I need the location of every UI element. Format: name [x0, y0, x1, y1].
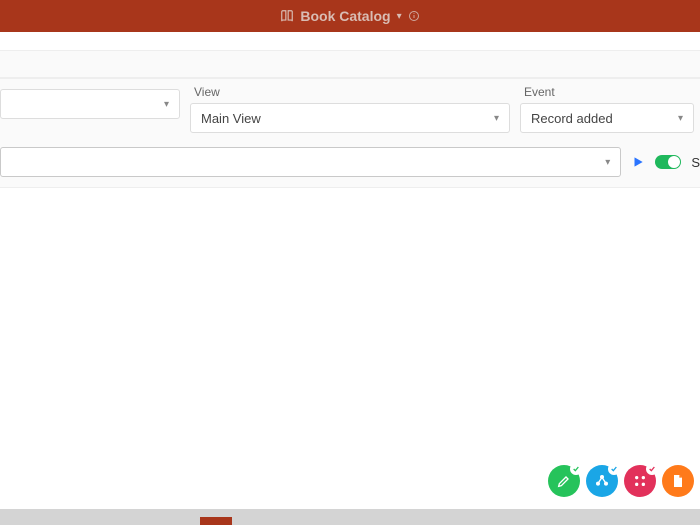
config-row-2: ▾ S: [0, 139, 700, 187]
fab-edit[interactable]: [548, 465, 580, 497]
content-area: [0, 188, 700, 438]
field-event-label: Event: [520, 85, 694, 99]
check-badge-icon: [570, 463, 582, 475]
app-title[interactable]: Book Catalog: [300, 8, 390, 24]
chevron-down-icon: ▾: [164, 99, 169, 110]
info-icon[interactable]: [408, 10, 420, 22]
chevron-down-icon: ▾: [678, 113, 683, 124]
config-panel: ▾ View Main View ▾ Event Record added ▾ …: [0, 78, 700, 188]
check-badge-icon: [608, 463, 620, 475]
select-event[interactable]: Record added ▾: [520, 103, 694, 133]
field-view-label: View: [190, 85, 510, 99]
field-event: Event Record added ▾: [520, 85, 700, 133]
status-toggle[interactable]: [655, 155, 681, 169]
check-badge-icon: [646, 463, 658, 475]
toolbar-band: [0, 50, 700, 78]
fab-file[interactable]: [662, 465, 694, 497]
app-titlebar: Book Catalog ▾: [0, 0, 700, 32]
fab-row: [548, 465, 694, 497]
bottom-indicator: [200, 517, 232, 525]
fab-share[interactable]: [586, 465, 618, 497]
chevron-down-icon: ▾: [494, 113, 499, 124]
field-view: View Main View ▾: [190, 85, 510, 133]
fab-apps[interactable]: [624, 465, 656, 497]
toggle-label: S: [691, 155, 700, 170]
title-caret-icon[interactable]: ▾: [397, 11, 402, 22]
select-event-value: Record added: [531, 111, 613, 126]
bottom-bar: [0, 509, 700, 525]
select-view-value: Main View: [201, 111, 261, 126]
run-button[interactable]: [631, 155, 645, 169]
book-icon: [280, 9, 294, 23]
chevron-down-icon: ▾: [605, 157, 610, 168]
config-row-1: ▾ View Main View ▾ Event Record added ▾: [0, 79, 700, 139]
field-first: ▾: [0, 85, 180, 133]
select-view[interactable]: Main View ▾: [190, 103, 510, 133]
select-first[interactable]: ▾: [0, 89, 180, 119]
spacer: [0, 32, 700, 50]
select-action[interactable]: ▾: [0, 147, 621, 177]
